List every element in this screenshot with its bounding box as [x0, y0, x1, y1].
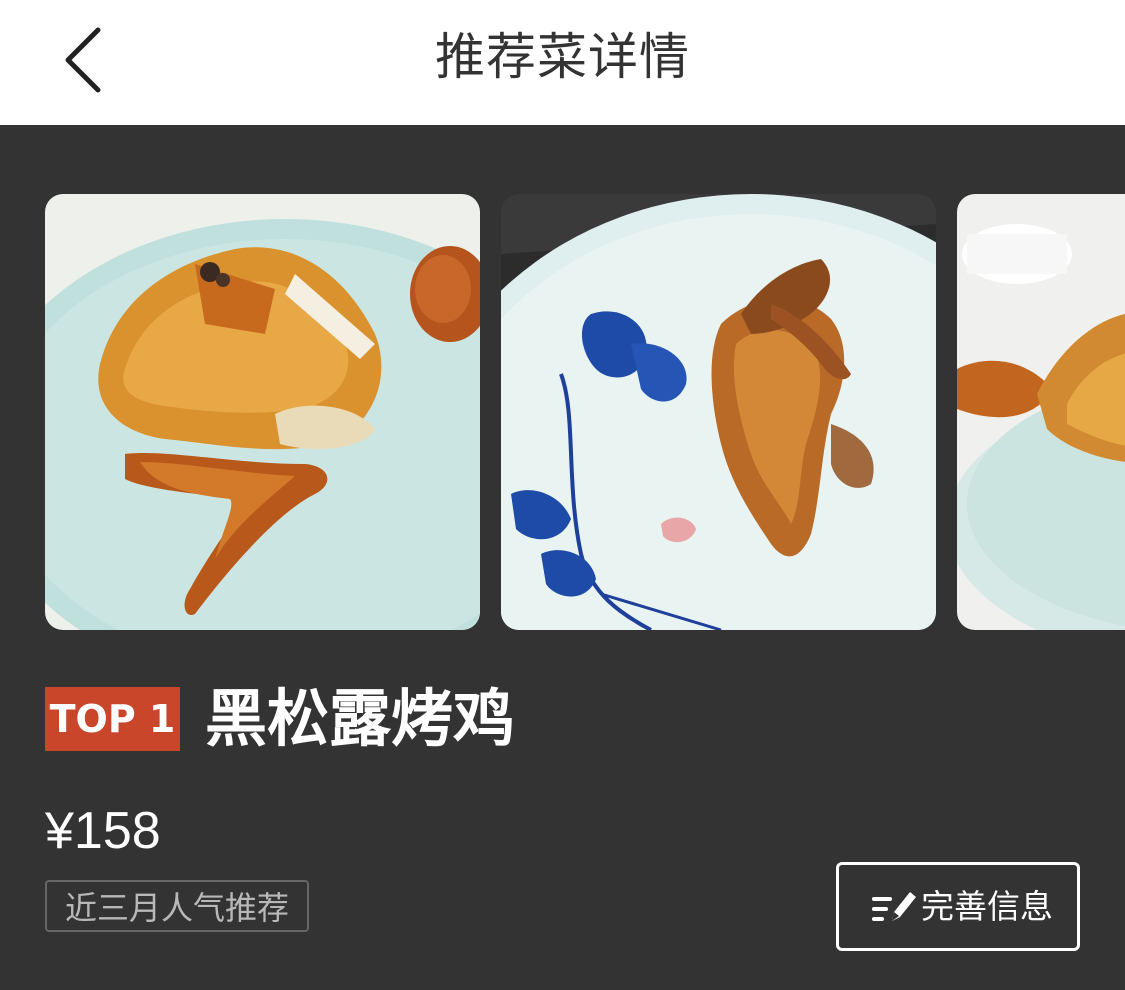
complete-info-label: 完善信息: [921, 887, 1053, 926]
dish-photo-2[interactable]: [501, 194, 936, 630]
dish-photo-1[interactable]: [45, 194, 480, 630]
popularity-tag: 近三月人气推荐: [45, 880, 310, 932]
photo-gallery[interactable]: [0, 194, 1125, 630]
rank-badge: TOP 1: [45, 687, 180, 751]
complete-info-button[interactable]: 完善信息: [836, 862, 1080, 951]
edit-list-icon: [872, 892, 916, 921]
dish-detail-content: TOP 1 黑松露烤鸡 ¥158 近三月人气推荐 完善信息: [0, 125, 1125, 990]
dish-name: 黑松露烤鸡: [205, 682, 516, 755]
dish-price: ¥158: [45, 802, 161, 860]
page-title: 推荐菜详情: [435, 28, 690, 86]
top-navigation-bar: 推荐菜详情: [0, 0, 1125, 125]
dish-photo-3[interactable]: [957, 194, 1125, 630]
